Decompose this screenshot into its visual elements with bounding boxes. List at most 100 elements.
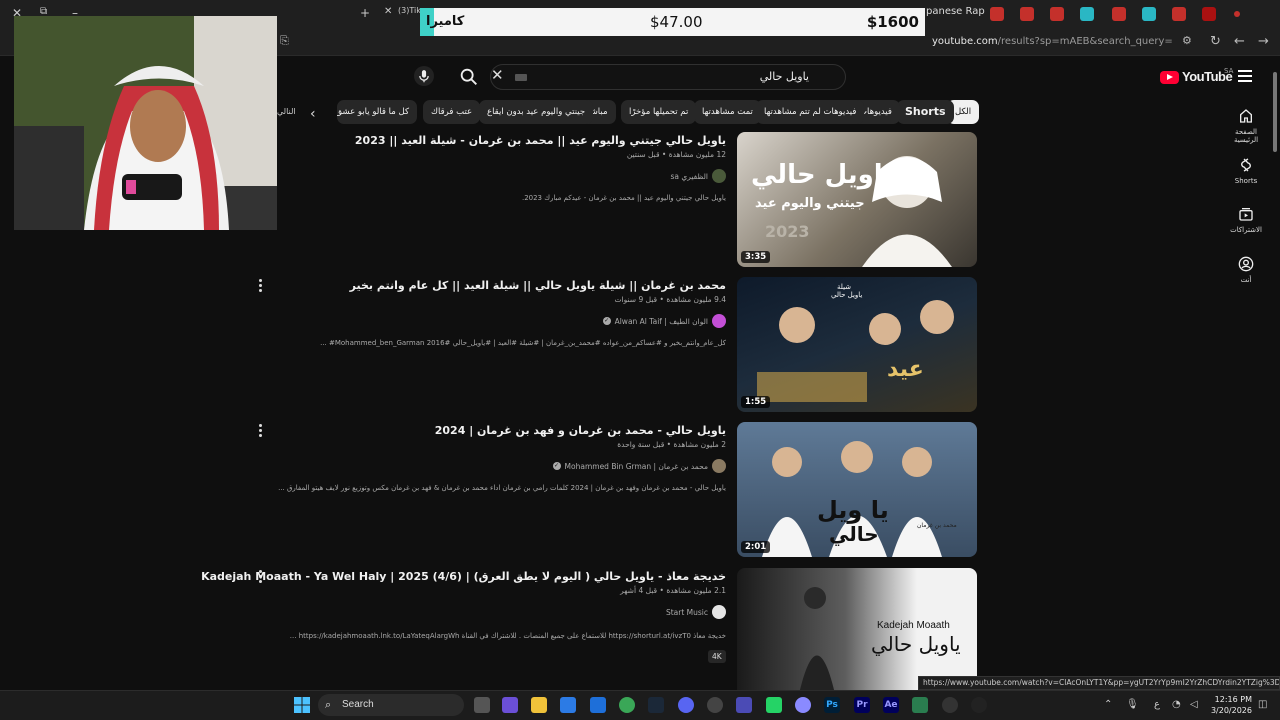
- file-explorer-icon[interactable]: [531, 697, 547, 713]
- reload-icon[interactable]: ↻: [1210, 34, 1221, 49]
- tray-expand-icon[interactable]: ⌃: [1104, 699, 1112, 710]
- tray-mic-icon[interactable]: 🎙: [1126, 699, 1139, 710]
- notifications-icon[interactable]: ◫: [1258, 699, 1267, 710]
- sidebar-item-you[interactable]: أنت: [1222, 256, 1270, 284]
- sidebar-item-shorts[interactable]: Shorts: [1222, 157, 1270, 185]
- chip-watched[interactable]: تمت مشاهدتها: [694, 100, 761, 124]
- chrome-icon[interactable]: [619, 697, 635, 713]
- youtube-tab-icon[interactable]: [1020, 7, 1034, 21]
- app-tab-icon[interactable]: [1202, 7, 1216, 21]
- task-view-icon[interactable]: [474, 697, 490, 713]
- video-title[interactable]: ياويل حالي - محمد بن غرمان و فهد بن غرما…: [435, 424, 726, 437]
- video-thumbnail[interactable]: يا ويل حالي محمد بن غرمان 2:01: [737, 422, 977, 557]
- result-item[interactable]: يا ويل حالي محمد بن غرمان 2:01 ياويل حال…: [258, 422, 980, 562]
- channel-name[interactable]: الوان الطيف | Alwan Al Taif ✓: [602, 314, 726, 328]
- more-actions-icon[interactable]: [257, 424, 263, 438]
- channel-avatar[interactable]: [712, 314, 726, 328]
- video-meta: 2.1 مليون مشاهدة • قبل 4 أشهر: [620, 586, 726, 595]
- youtube-tab-icon[interactable]: [1112, 7, 1126, 21]
- video-title[interactable]: محمد بن غرمان || شيلة ياويل حالي || شيلة…: [350, 279, 726, 292]
- channel-avatar[interactable]: [712, 169, 726, 183]
- sidebar-item-label: الصفحة الرئيسية: [1233, 128, 1259, 144]
- windows-start-icon[interactable]: [294, 697, 310, 713]
- chevron-left-icon[interactable]: ‹: [310, 106, 316, 122]
- app-tab-icon[interactable]: [1142, 7, 1156, 21]
- channel-name[interactable]: محمد بن غرمان | Mohammed Bin Grman ✓: [552, 459, 726, 473]
- input-language[interactable]: ع: [1154, 699, 1160, 710]
- chip-suggestion-3[interactable]: كل ما قالو يابو عشق تحـ: [337, 100, 417, 124]
- tab-close-icon[interactable]: ✕: [384, 6, 392, 17]
- new-tab-icon[interactable]: +: [360, 6, 370, 20]
- app-icon[interactable]: [912, 697, 928, 713]
- mail-icon[interactable]: [590, 697, 606, 713]
- sidebar-item-label: أنت: [1240, 276, 1252, 284]
- video-thumbnail[interactable]: شيلة ياويل حالي عيد 1:55: [737, 277, 977, 412]
- result-item[interactable]: Kadejah Moaath ياويل حالي خديجة معاذ - ي…: [201, 568, 980, 703]
- scrollbar-thumb[interactable]: [1273, 72, 1277, 152]
- steam-icon[interactable]: [648, 697, 664, 713]
- mini-guide: الصفحة الرئيسية Shorts الاشتراكات أنت: [1212, 100, 1280, 690]
- screenshot-icon[interactable]: ⎘: [280, 34, 289, 48]
- channel-name[interactable]: Start Music: [666, 605, 726, 619]
- filter-chips: الكل Shorts فيديوهات فيديوهات لم تتم مشا…: [277, 100, 980, 126]
- chip-recently-uploaded[interactable]: تم تحميلها مؤخرًا: [621, 100, 697, 124]
- keyboard-icon[interactable]: [515, 74, 527, 81]
- country-code: SA: [1224, 67, 1234, 75]
- video-title[interactable]: ياويل حالي جيتني واليوم عيد || محمد بن غ…: [355, 134, 726, 147]
- search-icon[interactable]: [458, 66, 480, 88]
- channel-name[interactable]: الظفيري sa: [671, 169, 726, 183]
- mic-icon[interactable]: [414, 66, 434, 86]
- chip-next-partial[interactable]: النالي: [277, 107, 296, 116]
- clear-search-icon[interactable]: ✕: [491, 66, 504, 84]
- app-tab-icon[interactable]: [1080, 7, 1094, 21]
- youtube-tab-icon[interactable]: [1050, 7, 1064, 21]
- video-description: كل_عام_وانتم_بخير و #عساكم_من_عواده #محم…: [320, 339, 726, 347]
- channel-avatar[interactable]: [712, 605, 726, 619]
- tab-tiktok[interactable]: (3)Tik: [398, 6, 421, 15]
- taskbar-search[interactable]: ⌕ Search: [318, 694, 464, 716]
- channel-avatar[interactable]: [712, 459, 726, 473]
- chip-suggestion-2[interactable]: عتب فرقاك: [423, 100, 481, 124]
- back-icon[interactable]: ←: [1234, 34, 1245, 49]
- menu-icon[interactable]: [1238, 70, 1252, 82]
- url-field[interactable]: youtube.com/results?sp=mAEB&search_query…: [932, 36, 1172, 47]
- chip-shorts[interactable]: Shorts: [897, 100, 954, 124]
- volume-icon[interactable]: ◁: [1190, 699, 1198, 710]
- sidebar-item-label: الاشتراكات: [1230, 226, 1262, 234]
- sidebar-item-home[interactable]: الصفحة الرئيسية: [1222, 108, 1270, 144]
- thumbnail-song-name: ياويل حالي: [831, 291, 863, 299]
- search-box[interactable]: ياويل حالي: [490, 64, 846, 90]
- chip-unwatched[interactable]: فيديوهات لم تتم مشاهدتها: [756, 100, 865, 124]
- tab-youtube-rap[interactable]: panese Rap [Full: [926, 6, 986, 17]
- widgets-icon[interactable]: [502, 697, 518, 713]
- chip-suggestion-1[interactable]: جينتي واليوم عيد بدون ايقاع: [479, 100, 594, 124]
- discord-icon[interactable]: [678, 697, 694, 713]
- video-meta: 9.4 مليون مشاهدة • قبل 9 سنوات: [614, 295, 726, 304]
- app-icon[interactable]: [795, 697, 811, 713]
- system-clock[interactable]: 12:16 PM 3/20/2026: [1208, 694, 1252, 716]
- site-settings-icon[interactable]: ⚙: [1182, 34, 1192, 47]
- more-actions-icon[interactable]: [257, 279, 263, 293]
- sidebar-item-subscriptions[interactable]: الاشتراكات: [1222, 206, 1270, 234]
- after-effects-icon[interactable]: Ae: [883, 697, 899, 713]
- app-icon[interactable]: [942, 697, 958, 713]
- video-title[interactable]: خديجة معاذ - ياويل حالي ( اليوم لا يطق ا…: [201, 570, 726, 583]
- obs-icon[interactable]: [707, 697, 723, 713]
- premiere-icon[interactable]: Pr: [854, 697, 870, 713]
- search-input[interactable]: ياويل حالي: [760, 70, 809, 83]
- forward-icon[interactable]: →: [1258, 34, 1269, 49]
- network-icon[interactable]: ◔: [1172, 699, 1181, 710]
- video-thumbnail[interactable]: ياويل حالي جيتني واليوم عيد 2023 3:35: [737, 132, 977, 267]
- page-scrollbar[interactable]: [1272, 60, 1278, 690]
- sidebar-item-label: Shorts: [1234, 177, 1258, 185]
- clock-time: 12:16 PM: [1214, 695, 1252, 704]
- result-item[interactable]: ياويل حالي جيتني واليوم عيد 2023 3:35 يا…: [280, 132, 980, 272]
- chat-app-icon[interactable]: [766, 697, 782, 713]
- settings-gear-icon[interactable]: [971, 697, 987, 713]
- store-icon[interactable]: [560, 697, 576, 713]
- result-item[interactable]: شيلة ياويل حالي عيد 1:55 محمد بن غرمان |…: [258, 277, 980, 417]
- controller-icon[interactable]: [736, 697, 752, 713]
- youtube-tab-icon[interactable]: [1172, 7, 1186, 21]
- youtube-tab-icon[interactable]: [990, 7, 1004, 21]
- photoshop-icon[interactable]: Ps: [824, 697, 840, 713]
